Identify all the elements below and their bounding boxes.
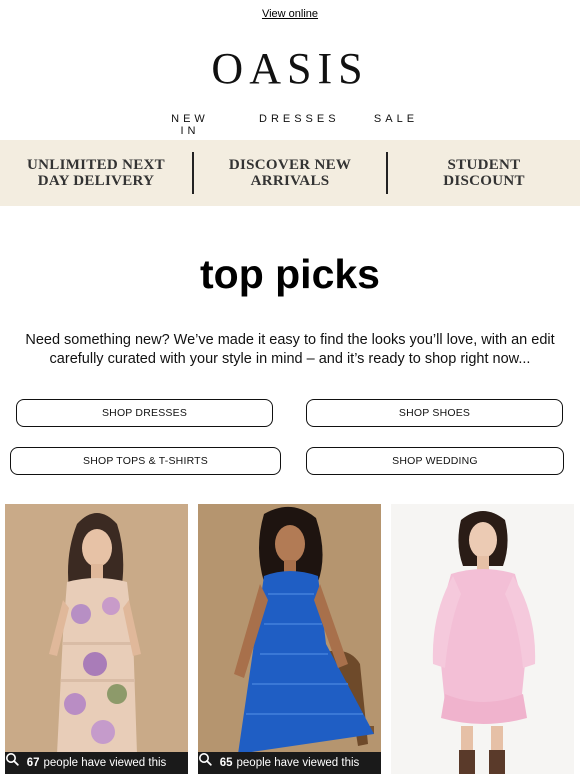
product-image [391, 504, 574, 774]
viewed-badge: 67 people have viewed this [5, 752, 188, 774]
viewed-badge: 65 people have viewed this [198, 752, 381, 774]
promo-line: UNLIMITED NEXT [27, 157, 165, 173]
shop-wedding-button[interactable]: SHOP WEDDING [306, 447, 564, 475]
main-nav: NEW IN DRESSES SALE [0, 113, 580, 137]
product-image [198, 504, 381, 774]
nav-new-in[interactable]: NEW IN [161, 113, 219, 137]
product-card[interactable]: 67 people have viewed this [5, 504, 188, 774]
viewed-text: people have viewed this [236, 757, 360, 769]
nav-dresses[interactable]: DRESSES [259, 113, 337, 137]
promo-line: DISCOVER NEW [228, 157, 352, 173]
viewed-count: 65 [219, 757, 233, 769]
nav-sale[interactable]: SALE [373, 113, 419, 137]
intro-text: Need something new? We’ve made it easy t… [25, 332, 555, 367]
shop-tops-button[interactable]: SHOP TOPS & T-SHIRTS [10, 447, 281, 475]
promo-line: ARRIVALS [250, 173, 330, 189]
promo-new-arrivals[interactable]: DISCOVER NEW ARRIVALS [194, 157, 386, 189]
product-card[interactable]: 65 people have viewed this [198, 504, 381, 774]
promo-bar: UNLIMITED NEXT DAY DELIVERY DISCOVER NEW… [0, 140, 580, 206]
viewed-count: 67 [26, 757, 40, 769]
search-icon [6, 753, 19, 766]
shop-shoes-button[interactable]: SHOP SHOES [306, 399, 563, 427]
promo-next-day-delivery[interactable]: UNLIMITED NEXT DAY DELIVERY [0, 157, 192, 189]
product-card[interactable] [391, 504, 574, 774]
view-online-link[interactable]: View online [0, 8, 580, 20]
search-icon [199, 753, 212, 766]
page-headline: top picks [200, 251, 380, 297]
product-image [5, 504, 188, 774]
promo-line: DAY DELIVERY [37, 173, 155, 189]
shop-dresses-button[interactable]: SHOP DRESSES [16, 399, 273, 427]
promo-student-discount[interactable]: STUDENT DISCOUNT [388, 157, 580, 189]
promo-line: DISCOUNT [443, 173, 525, 189]
promo-line: STUDENT [447, 157, 521, 173]
viewed-text: people have viewed this [43, 757, 167, 769]
oasis-logo[interactable]: OASIS [0, 47, 580, 91]
